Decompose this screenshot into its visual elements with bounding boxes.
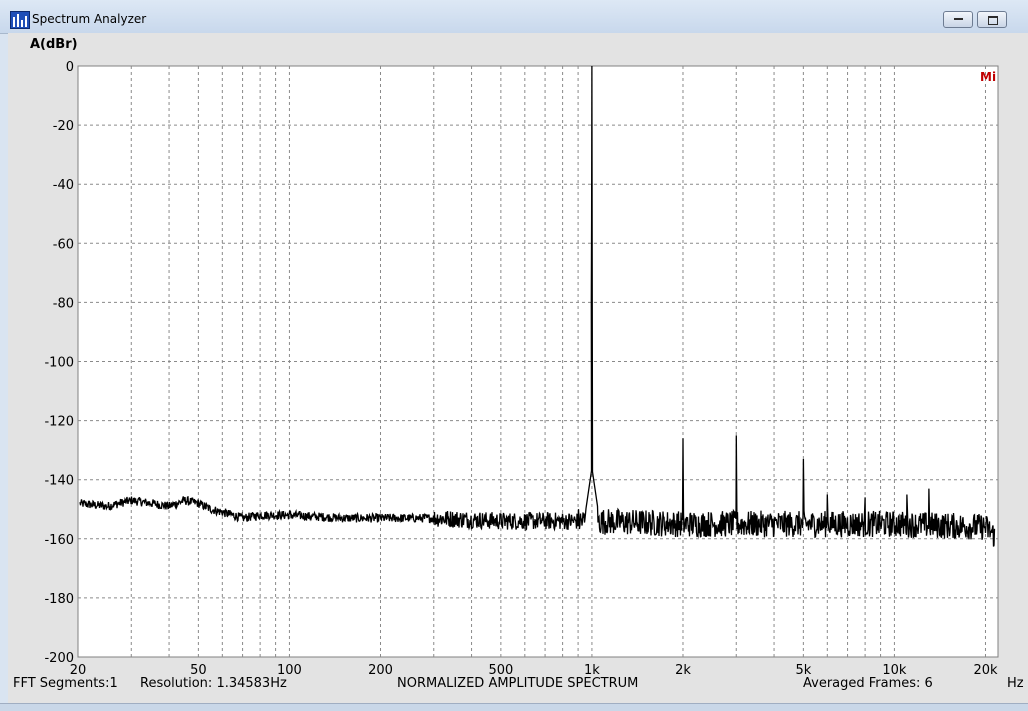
y-tick-label: -40 (53, 178, 74, 193)
x-axis-unit-label: Hz (1007, 676, 1024, 691)
x-tick-label: 200 (368, 663, 393, 678)
window-title: Spectrum Analyzer (32, 12, 147, 26)
maximize-icon (988, 16, 998, 25)
y-tick-label: -140 (44, 474, 74, 489)
maximize-button[interactable] (977, 11, 1007, 28)
y-tick-label: -160 (44, 533, 74, 548)
y-tick-label: -60 (53, 237, 74, 252)
x-tick-label: 2k (675, 663, 691, 678)
y-tick-label: -100 (44, 356, 74, 371)
minimize-button[interactable] (943, 11, 973, 28)
minimize-icon (954, 18, 963, 20)
resolution-label: Resolution: 1.34583Hz (140, 676, 287, 691)
chart-area: 0 -20 -40 -60 -80 -100 -120 -140 -160 -180 -200 20 5… (8, 33, 1028, 703)
y-tick-label: -80 (53, 296, 74, 311)
y-tick-label: -180 (44, 592, 74, 607)
spectrum-analyzer-icon (10, 11, 30, 29)
y-tick-label: -120 (44, 415, 74, 430)
x-tick-label: 20k (973, 663, 998, 678)
averaged-frames-label: Averaged Frames: 6 (803, 676, 933, 691)
y-axis-label: A(dBr) (30, 37, 78, 52)
title-bar[interactable]: Spectrum Analyzer (0, 0, 1028, 34)
y-tick-label: -20 (53, 119, 74, 134)
mi-logo: Mi (980, 70, 996, 84)
spectrum-analyzer-window: Spectrum Analyzer 0 -20 -40 -60 -80 -100 -120 -… (0, 0, 1028, 711)
spectrum-title-label: NORMALIZED AMPLITUDE SPECTRUM (397, 676, 639, 691)
spectrum-chart: 0-20-40-60-80-100-120-140-160-180-20020 5… (30, 37, 999, 678)
fft-segments-label: FFT Segments:1 (13, 676, 118, 691)
y-tick-label: 0 (66, 60, 74, 75)
